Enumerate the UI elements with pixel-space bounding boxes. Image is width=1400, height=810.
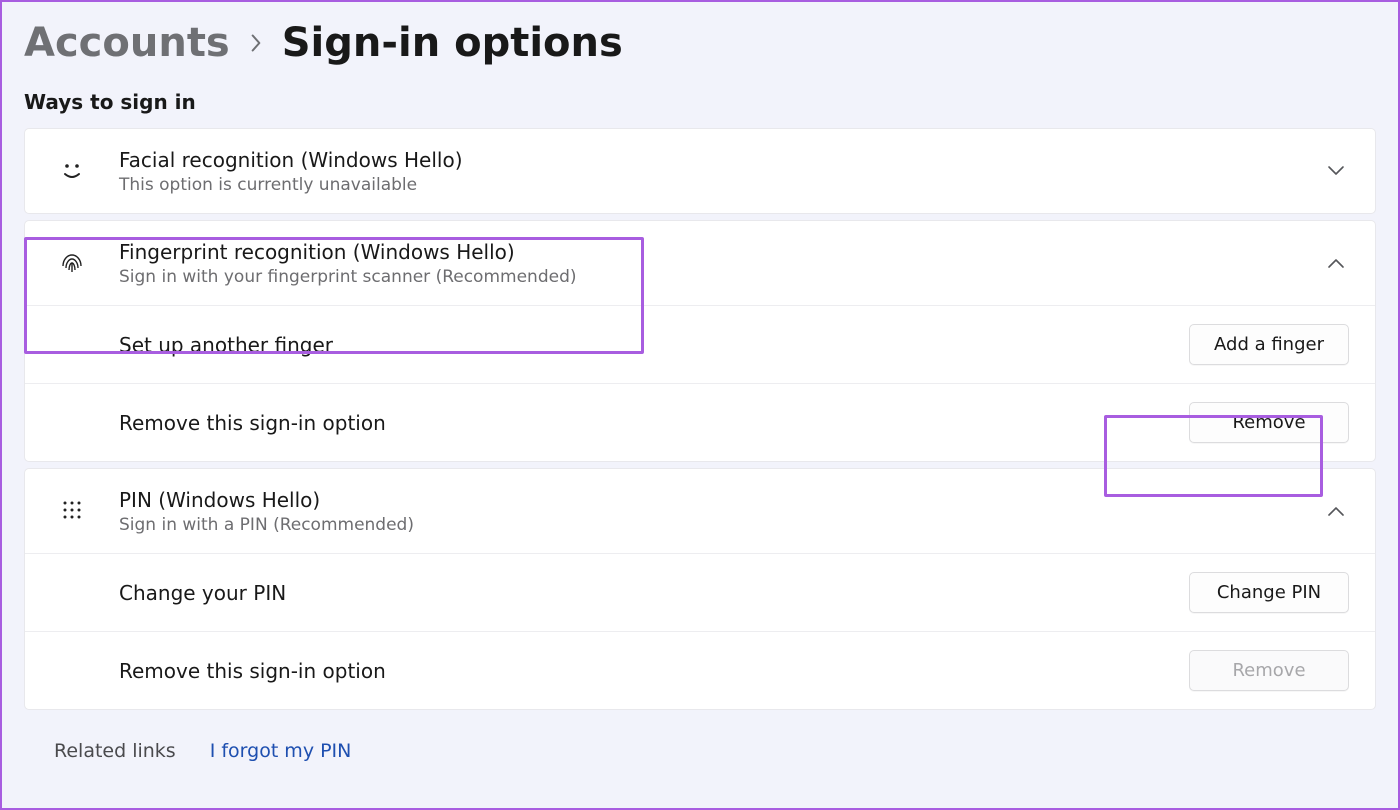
fingerprint-setup-row: Set up another finger Add a finger	[25, 305, 1375, 383]
remove-pin-button[interactable]: Remove	[1189, 650, 1349, 691]
option-facial-header[interactable]: Facial recognition (Windows Hello) This …	[25, 129, 1375, 213]
chevron-up-icon	[1323, 505, 1349, 517]
option-facial-subtitle: This option is currently unavailable	[119, 175, 1323, 195]
option-pin-subtitle: Sign in with a PIN (Recommended)	[119, 515, 1323, 535]
keypad-icon	[55, 499, 89, 523]
chevron-right-icon	[248, 33, 264, 53]
option-fingerprint-subtitle: Sign in with your fingerprint scanner (R…	[119, 267, 1323, 287]
option-pin-header[interactable]: PIN (Windows Hello) Sign in with a PIN (…	[25, 469, 1375, 553]
option-fingerprint-title: Fingerprint recognition (Windows Hello)	[119, 239, 1323, 265]
page-title: Sign-in options	[282, 20, 623, 66]
option-facial-title: Facial recognition (Windows Hello)	[119, 147, 1323, 173]
pin-change-label: Change your PIN	[119, 581, 1189, 605]
related-links-label: Related links	[54, 740, 176, 762]
option-pin-title: PIN (Windows Hello)	[119, 487, 1323, 513]
option-fingerprint-header[interactable]: Fingerprint recognition (Windows Hello) …	[25, 221, 1375, 305]
fingerprint-icon	[55, 249, 89, 277]
fingerprint-remove-row: Remove this sign-in option Remove	[25, 383, 1375, 461]
fingerprint-remove-label: Remove this sign-in option	[119, 411, 1189, 435]
option-fingerprint: Fingerprint recognition (Windows Hello) …	[24, 220, 1376, 462]
change-pin-button[interactable]: Change PIN	[1189, 572, 1349, 613]
add-finger-button[interactable]: Add a finger	[1189, 324, 1349, 365]
breadcrumb-parent[interactable]: Accounts	[24, 20, 230, 66]
chevron-up-icon	[1323, 257, 1349, 269]
related-links-row: Related links I forgot my PIN	[24, 716, 1376, 774]
section-heading: Ways to sign in	[24, 90, 1376, 114]
face-icon	[55, 158, 89, 184]
pin-change-row: Change your PIN Change PIN	[25, 553, 1375, 631]
remove-fingerprint-button[interactable]: Remove	[1189, 402, 1349, 443]
forgot-pin-link[interactable]: I forgot my PIN	[210, 740, 352, 762]
option-facial: Facial recognition (Windows Hello) This …	[24, 128, 1376, 214]
pin-remove-label: Remove this sign-in option	[119, 659, 1189, 683]
fingerprint-setup-label: Set up another finger	[119, 333, 1189, 357]
option-pin: PIN (Windows Hello) Sign in with a PIN (…	[24, 468, 1376, 710]
chevron-down-icon	[1323, 165, 1349, 177]
breadcrumb: Accounts Sign-in options	[24, 20, 1376, 66]
pin-remove-row: Remove this sign-in option Remove	[25, 631, 1375, 709]
